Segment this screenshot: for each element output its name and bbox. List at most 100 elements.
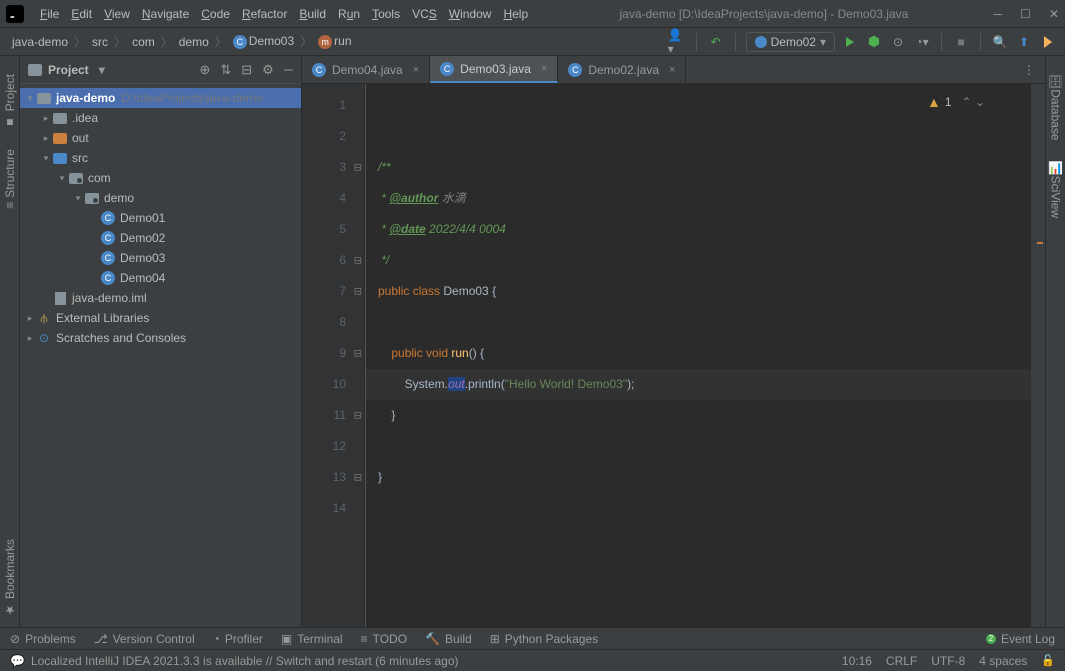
project-tool-window: Project ⊕ ⇅ ⊟ ⚙ ─ ▾ java-demoD:\IdeaProj… (20, 56, 302, 627)
tree-iml[interactable]: java-demo.iml (20, 288, 301, 308)
error-stripe-mark[interactable] (1037, 242, 1043, 244)
right-tool-strip: 🗄Database 📊SciView (1045, 56, 1065, 627)
menu-file[interactable]: File (34, 7, 65, 21)
warning-icon: ▲ (927, 94, 941, 110)
panel-settings-icon[interactable]: ⚙ (262, 62, 274, 78)
tab-demo02[interactable]: CDemo02.java× (558, 56, 686, 83)
fold-icon[interactable]: ⊟ (354, 400, 362, 431)
fold-icon[interactable]: ⊟ (354, 245, 362, 276)
user-icon[interactable]: 👤▾ (668, 33, 686, 51)
run-config-selector[interactable]: Demo02▾ (746, 32, 835, 52)
tree-class-demo01[interactable]: CDemo01 (20, 208, 301, 228)
fold-icon[interactable]: ⊟ (354, 276, 362, 307)
tree-project-root[interactable]: ▾ java-demoD:\IdeaProjects\java-demo (20, 88, 301, 108)
project-view-selector[interactable]: Project (28, 63, 105, 77)
tool-todo[interactable]: ≡TODO (361, 632, 407, 646)
tool-bookmarks[interactable]: ★Bookmarks (1, 529, 19, 627)
menu-refactor[interactable]: Refactor (236, 7, 293, 21)
tree-class-demo04[interactable]: CDemo04 (20, 268, 301, 288)
search-everywhere-icon[interactable]: 🔍 (991, 33, 1009, 51)
debug-button[interactable]: ⬢ (865, 33, 883, 51)
fold-icon[interactable]: ⊟ (354, 462, 362, 493)
tabs-more-icon[interactable]: ⋮ (1013, 63, 1045, 77)
menu-run[interactable]: Run (332, 7, 366, 21)
close-icon[interactable]: × (669, 64, 675, 76)
run-button[interactable] (841, 33, 859, 51)
tool-profiler[interactable]: ◔Profiler (213, 632, 263, 646)
tree-src[interactable]: ▾src (20, 148, 301, 168)
menu-edit[interactable]: Edit (65, 7, 98, 21)
crumb-demo[interactable]: demo (175, 35, 213, 49)
stop-button[interactable]: ■ (952, 33, 970, 51)
close-icon[interactable]: × (541, 63, 547, 75)
tool-python[interactable]: ⊞Python Packages (490, 632, 598, 646)
maximize-button[interactable]: ☐ (1020, 7, 1031, 21)
tree-scratches[interactable]: ▸⊙Scratches and Consoles (20, 328, 301, 348)
line-separator[interactable]: CRLF (886, 654, 917, 668)
status-message[interactable]: 💬 Localized IntelliJ IDEA 2021.3.3 is av… (10, 654, 828, 668)
tool-database[interactable]: 🗄Database (1047, 64, 1065, 151)
tool-sciview[interactable]: 📊SciView (1047, 151, 1065, 228)
tool-terminal[interactable]: ▣Terminal (281, 632, 343, 646)
inspection-widget[interactable]: ▲1 ⌃ ⌄ (927, 94, 985, 110)
tool-problems[interactable]: ⊘Problems (10, 632, 76, 646)
crumb-class[interactable]: CDemo03 (229, 34, 298, 49)
readonly-lock-icon[interactable]: 🔓 (1041, 654, 1055, 667)
caret-position[interactable]: 10:16 (842, 654, 872, 668)
ide-settings-icon[interactable] (1039, 33, 1057, 51)
app-logo-icon (6, 5, 24, 23)
close-button[interactable]: ✕ (1049, 7, 1059, 21)
expand-all-icon[interactable]: ⇅ (220, 62, 231, 78)
title-bar: File Edit View Navigate Code Refactor Bu… (0, 0, 1065, 28)
menu-help[interactable]: Help (497, 7, 534, 21)
indent-widget[interactable]: 4 spaces (979, 654, 1027, 668)
collapse-all-icon[interactable]: ⊟ (241, 62, 252, 78)
notification-icon: 💬 (10, 654, 25, 668)
tool-structure[interactable]: ≡Structure (1, 139, 19, 219)
crumb-com[interactable]: com (128, 35, 159, 49)
close-icon[interactable]: × (413, 64, 419, 76)
tree-demo[interactable]: ▾demo (20, 188, 301, 208)
tool-project[interactable]: ■Project (1, 64, 19, 139)
hide-panel-icon[interactable]: ─ (284, 62, 293, 78)
tool-event-log[interactable]: 2Event Log (986, 632, 1055, 646)
update-icon[interactable]: ⬆ (1015, 33, 1033, 51)
crumb-src[interactable]: src (88, 35, 112, 49)
tree-out[interactable]: ▸out (20, 128, 301, 148)
tree-ext-libraries[interactable]: ▸⫛External Libraries (20, 308, 301, 328)
build-hammer-icon[interactable]: ↶ (707, 33, 725, 51)
tree-idea[interactable]: ▸.idea (20, 108, 301, 128)
menu-vcs[interactable]: VCS (406, 7, 443, 21)
minimize-button[interactable]: ─ (994, 7, 1003, 21)
project-tree[interactable]: ▾ java-demoD:\IdeaProjects\java-demo ▸.i… (20, 84, 301, 627)
file-encoding[interactable]: UTF-8 (931, 654, 965, 668)
crumb-project[interactable]: java-demo (8, 35, 72, 49)
menu-window[interactable]: Window (443, 7, 498, 21)
code-text[interactable]: /** * @author 水滴 * @date 2022/4/4 0004 *… (366, 84, 1031, 627)
tool-build[interactable]: 🔨Build (425, 632, 472, 646)
tree-class-demo02[interactable]: CDemo02 (20, 228, 301, 248)
menu-view[interactable]: View (98, 7, 136, 21)
tree-class-demo03[interactable]: CDemo03 (20, 248, 301, 268)
line-number-gutter[interactable]: 1 2 3⊟ 4 5 6⊟ 7⊟ 8 9⊟ 10💡 11⊟ 12 13⊟ 14 (302, 84, 364, 627)
code-editor[interactable]: 1 2 3⊟ 4 5 6⊟ 7⊟ 8 9⊟ 10💡 11⊟ 12 13⊟ 14 (302, 84, 1045, 627)
menu-build[interactable]: Build (293, 7, 332, 21)
menu-code[interactable]: Code (195, 7, 236, 21)
select-opened-icon[interactable]: ⊕ (199, 62, 210, 78)
menu-navigate[interactable]: Navigate (136, 7, 195, 21)
fold-icon[interactable]: ⊟ (354, 152, 362, 183)
project-panel-header: Project ⊕ ⇅ ⊟ ⚙ ─ (20, 56, 301, 84)
profile-button[interactable]: ◔▾ (913, 33, 931, 51)
crumb-method[interactable]: mrun (314, 34, 355, 49)
navigation-bar: java-demo 〉 src 〉 com 〉 demo 〉 CDemo03 〉… (0, 28, 1065, 56)
tab-demo03[interactable]: CDemo03.java× (430, 56, 558, 83)
tool-vcs[interactable]: ⎇Version Control (94, 632, 195, 646)
fold-icon[interactable]: ⊟ (354, 338, 362, 369)
editor-tabs: CDemo04.java× CDemo03.java× CDemo02.java… (302, 56, 1045, 84)
coverage-button[interactable]: ⊙ (889, 33, 907, 51)
window-title: java-demo [D:\IdeaProjects\java-demo] - … (534, 7, 994, 21)
editor-scrollbar[interactable] (1031, 84, 1045, 627)
tree-com[interactable]: ▾com (20, 168, 301, 188)
menu-tools[interactable]: Tools (366, 7, 406, 21)
tab-demo04[interactable]: CDemo04.java× (302, 56, 430, 83)
